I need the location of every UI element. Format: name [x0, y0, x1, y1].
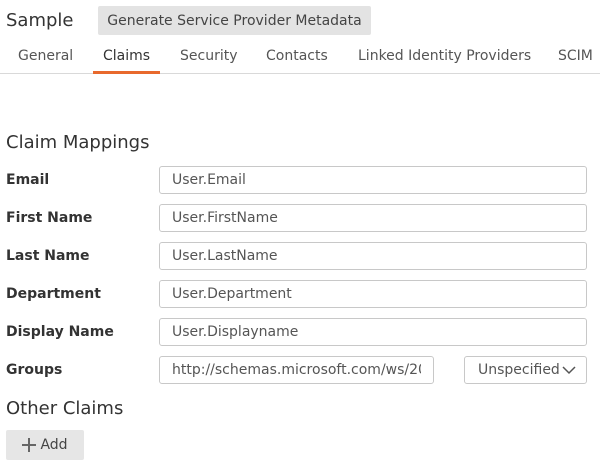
groups-format-value: Unspecified: [478, 362, 560, 378]
first-name-field[interactable]: [159, 204, 587, 232]
other-claims-heading: Other Claims: [6, 398, 124, 419]
department-label: Department: [6, 286, 101, 302]
last-name-label: Last Name: [6, 248, 90, 264]
generate-metadata-button[interactable]: Generate Service Provider Metadata: [98, 6, 371, 35]
first-name-label: First Name: [6, 210, 93, 226]
claim-mappings-heading: Claim Mappings: [6, 132, 150, 153]
active-tab-indicator: [93, 71, 160, 74]
email-field[interactable]: [159, 166, 587, 194]
add-claim-button[interactable]: Add: [6, 430, 84, 460]
tab-scim[interactable]: SCIM: [558, 48, 593, 64]
display-name-field[interactable]: [159, 318, 587, 346]
groups-field[interactable]: [159, 356, 434, 384]
app-title: Sample: [6, 10, 74, 31]
tab-general[interactable]: General: [18, 48, 73, 64]
tab-bar: General Claims Security Contacts Linked …: [0, 40, 600, 74]
groups-format-select[interactable]: Unspecified: [464, 356, 587, 384]
tab-claims[interactable]: Claims: [103, 48, 150, 64]
email-label: Email: [6, 172, 50, 188]
plus-icon: [22, 438, 37, 452]
tab-linked-identity-providers[interactable]: Linked Identity Providers: [358, 48, 531, 64]
add-claim-label: Add: [40, 437, 68, 453]
groups-label: Groups: [6, 362, 63, 378]
display-name-label: Display Name: [6, 324, 114, 340]
department-field[interactable]: [159, 280, 587, 308]
tab-contacts[interactable]: Contacts: [266, 48, 328, 64]
tab-security[interactable]: Security: [180, 48, 238, 64]
chevron-down-icon: [562, 366, 576, 375]
last-name-field[interactable]: [159, 242, 587, 270]
